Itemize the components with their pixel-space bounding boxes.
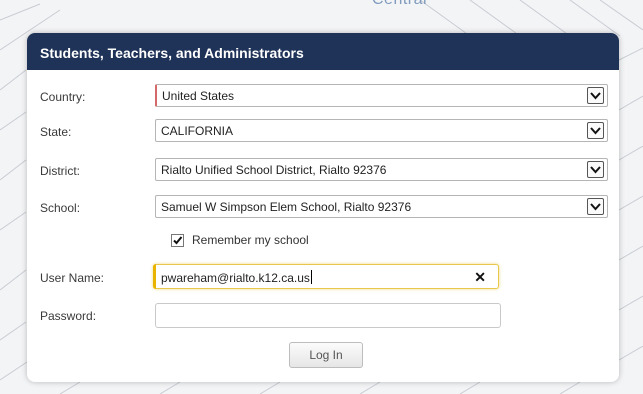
login-button[interactable]: Log In bbox=[289, 342, 363, 368]
school-label: School: bbox=[40, 201, 81, 215]
password-label: Password: bbox=[40, 309, 97, 323]
state-select[interactable]: CALIFORNIA bbox=[155, 119, 608, 142]
district-select[interactable]: Rialto Unified School District, Rialto 9… bbox=[155, 158, 608, 181]
username-value: pwareham@rialto.k12.ca.us bbox=[161, 271, 310, 285]
clear-icon[interactable]: ✕ bbox=[474, 269, 486, 286]
dropdown-arrow-icon[interactable] bbox=[587, 122, 604, 139]
dropdown-arrow-icon[interactable] bbox=[587, 161, 604, 178]
username-label: User Name: bbox=[40, 271, 105, 285]
school-value: Samuel W Simpson Elem School, Rialto 923… bbox=[161, 200, 412, 214]
school-select[interactable]: Samuel W Simpson Elem School, Rialto 923… bbox=[155, 195, 608, 218]
district-value: Rialto Unified School District, Rialto 9… bbox=[161, 163, 387, 177]
dropdown-arrow-icon[interactable] bbox=[587, 198, 604, 215]
state-label: State: bbox=[40, 125, 72, 139]
state-value: CALIFORNIA bbox=[161, 124, 234, 138]
country-label: Country: bbox=[40, 90, 86, 104]
dropdown-arrow-icon[interactable] bbox=[587, 87, 604, 104]
district-label: District: bbox=[40, 164, 80, 178]
remember-checkbox[interactable] bbox=[171, 234, 184, 247]
username-input[interactable]: pwareham@rialto.k12.ca.us ✕ bbox=[153, 264, 499, 289]
country-select[interactable]: United States bbox=[155, 84, 608, 107]
remember-label: Remember my school bbox=[192, 233, 309, 247]
country-value: United States bbox=[162, 89, 235, 103]
password-input[interactable] bbox=[155, 303, 501, 328]
checkmark-icon bbox=[173, 236, 183, 245]
site-name-fragment: Central bbox=[372, 0, 427, 9]
panel-title: Students, Teachers, and Administrators bbox=[27, 33, 619, 70]
text-caret bbox=[310, 270, 312, 284]
